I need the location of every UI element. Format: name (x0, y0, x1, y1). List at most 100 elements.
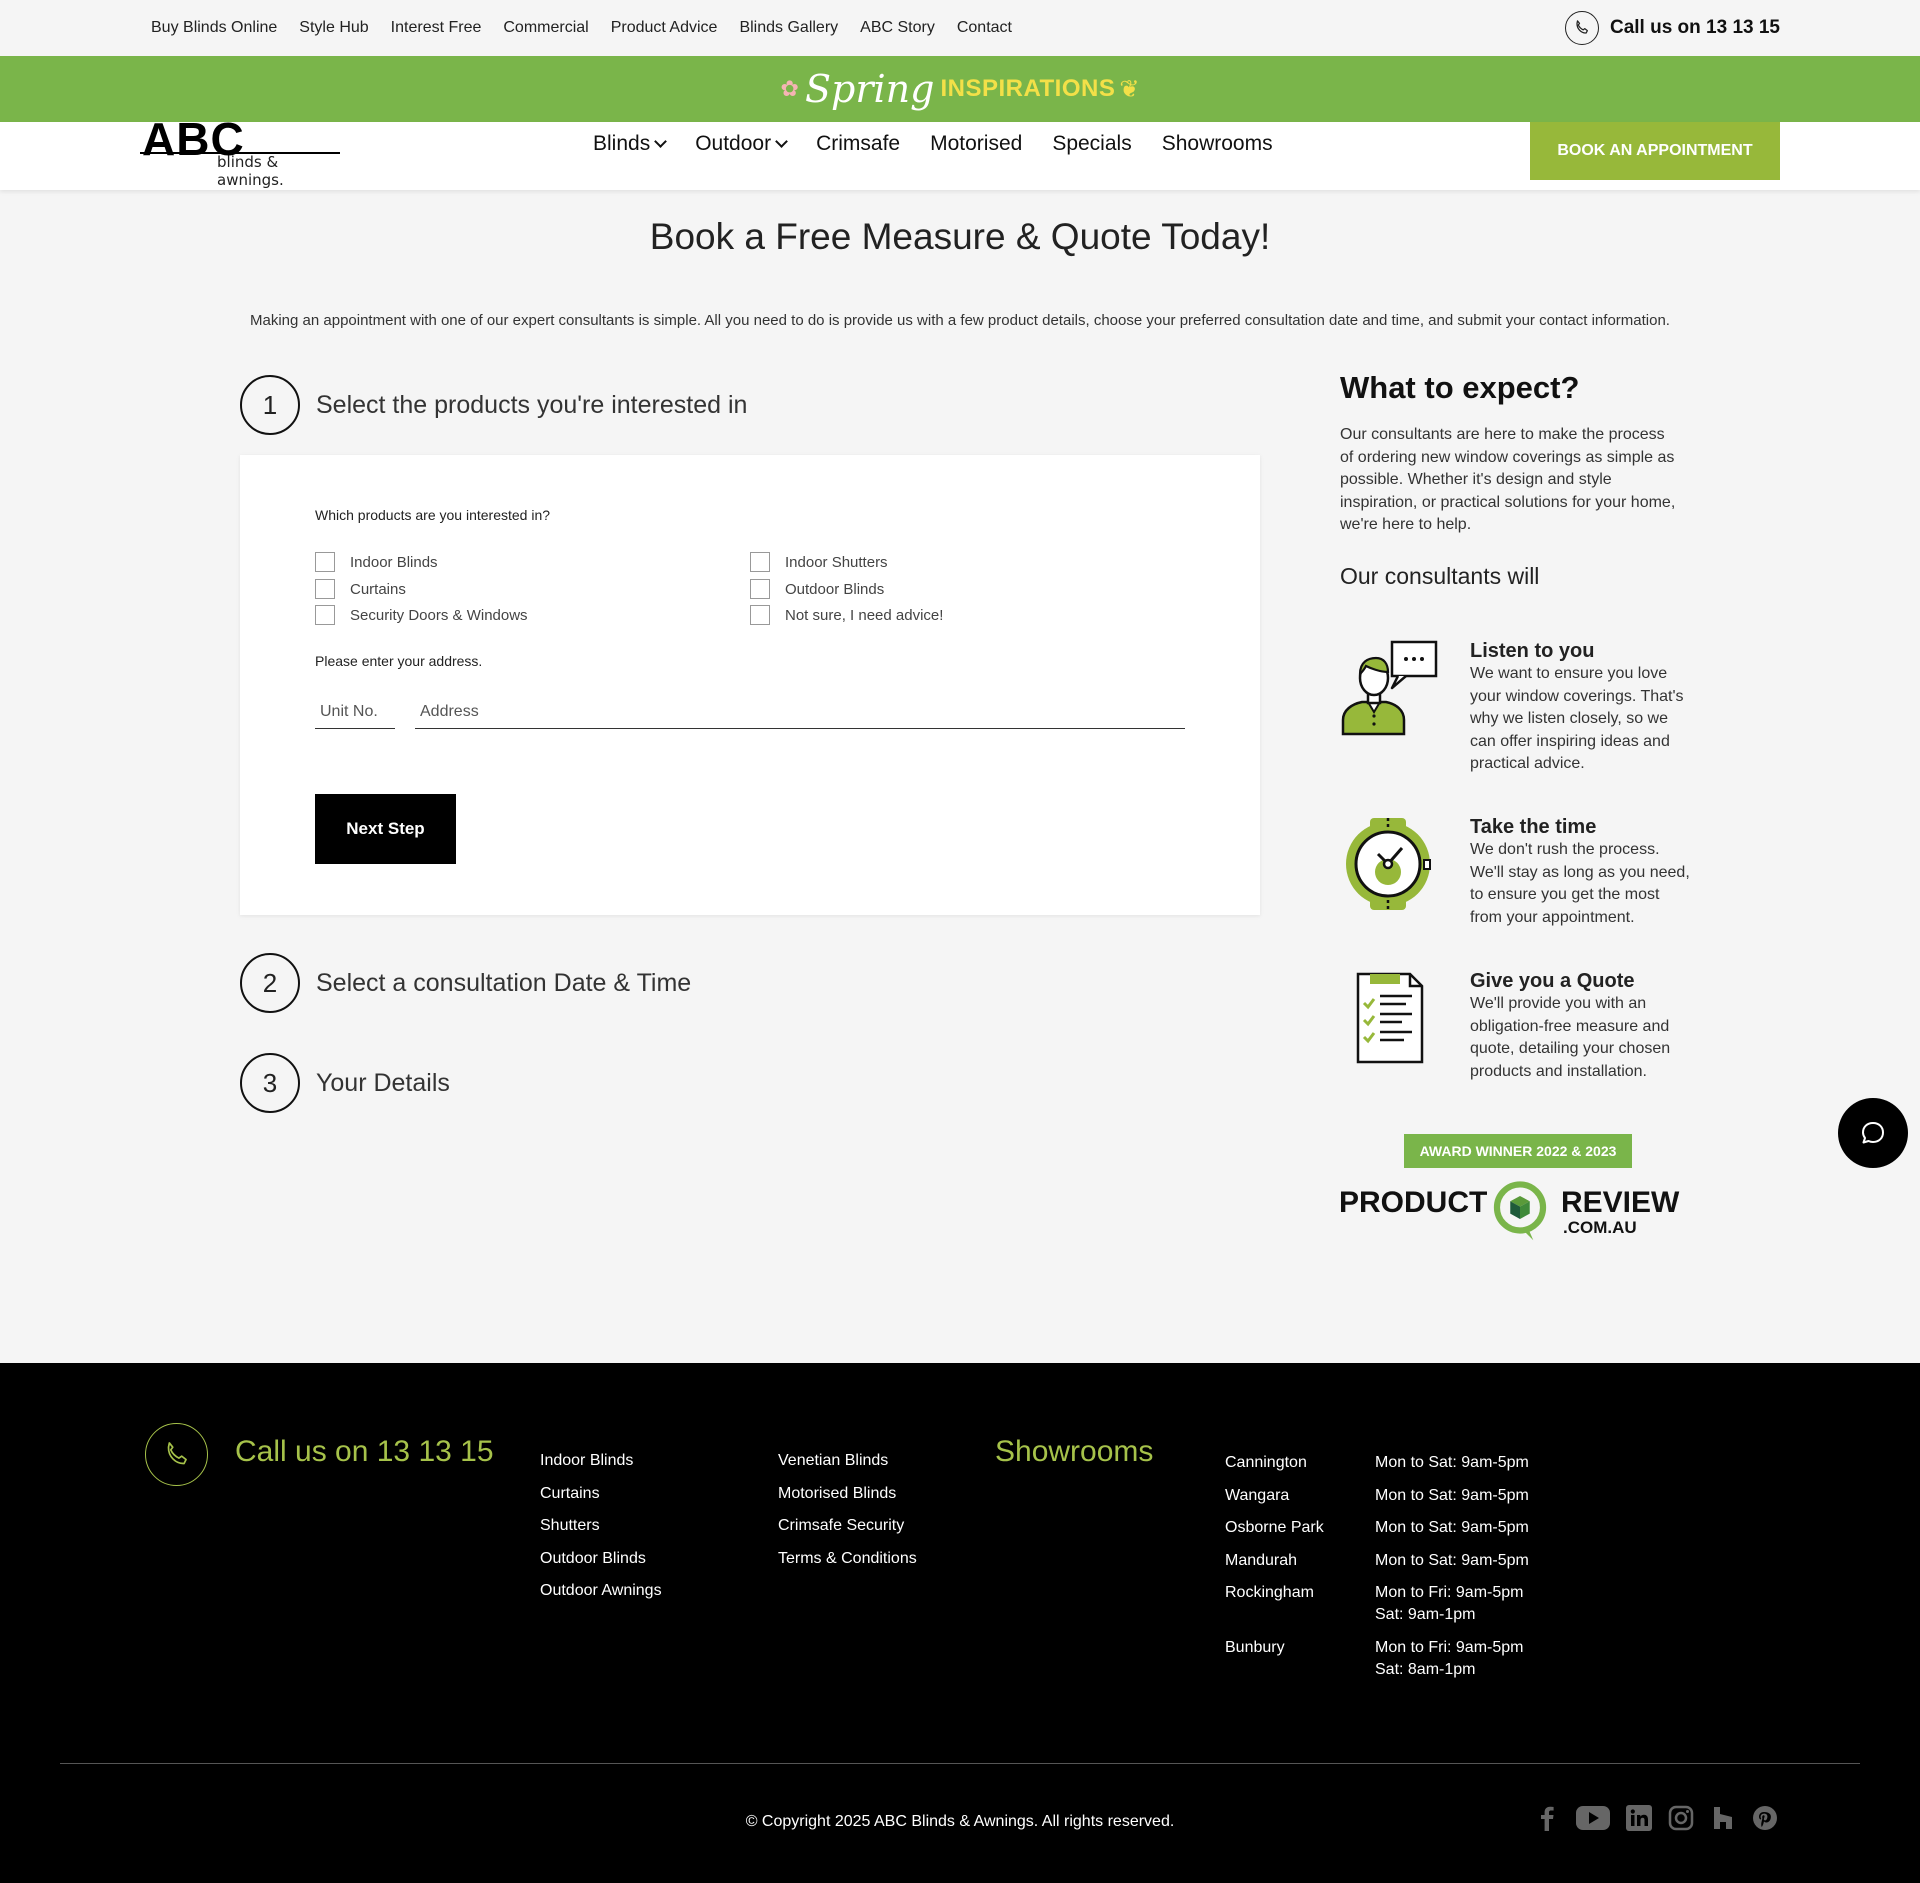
site-footer: Call us on 13 13 15 Indoor Blinds Curtai… (0, 1363, 1920, 1883)
feature-title: Take the time (1470, 816, 1597, 838)
utility-link-blinds-gallery[interactable]: Blinds Gallery (739, 19, 838, 37)
checkbox-box[interactable] (315, 605, 335, 625)
checkbox-box[interactable] (750, 605, 770, 625)
showroom-hours: Mon to Fri: 9am-5pm (1375, 1584, 1524, 1601)
social-links (1534, 1805, 1778, 1831)
footer-link[interactable]: Outdoor Blinds (540, 1543, 662, 1576)
checkbox-label: Security Doors & Windows (350, 606, 528, 624)
footer-link[interactable]: Terms & Conditions (778, 1543, 917, 1576)
showroom-name[interactable]: Bunbury (1225, 1637, 1285, 1659)
step-title: Your Details (316, 1068, 450, 1097)
unit-number-input[interactable]: Unit No. (315, 695, 395, 729)
feature-title: Listen to you (1470, 640, 1595, 662)
utility-link-style-hub[interactable]: Style Hub (299, 19, 368, 37)
showroom-name[interactable]: Osborne Park (1225, 1517, 1324, 1539)
houzz-icon[interactable] (1710, 1805, 1736, 1831)
nav-outdoor-label: Outdoor (695, 132, 772, 155)
step-title: Select the products you're interested in (316, 390, 748, 419)
checkbox-outdoor-blinds[interactable]: Outdoor Blinds (750, 579, 884, 599)
book-appointment-button[interactable]: BOOK AN APPOINTMENT (1530, 122, 1780, 180)
award-badge: AWARD WINNER 2022 & 2023 (1404, 1134, 1632, 1168)
sidebar-title: What to expect? (1340, 370, 1580, 405)
checkbox-label: Outdoor Blinds (785, 580, 885, 598)
intro-text: Making an appointment with one of our ex… (250, 312, 1670, 329)
nav-blinds[interactable]: Blinds (593, 132, 668, 156)
step-1-header[interactable]: 1 Select the products you're interested … (240, 375, 747, 435)
utility-link-contact[interactable]: Contact (957, 19, 1012, 37)
checkbox-not-sure[interactable]: Not sure, I need advice! (750, 605, 943, 625)
step-number: 3 (240, 1053, 300, 1113)
footer-link[interactable]: Indoor Blinds (540, 1445, 662, 1478)
promo-headline: INSPIRATIONS (940, 75, 1116, 102)
utility-link-commercial[interactable]: Commercial (503, 19, 588, 37)
feature-desc: We don't rush the process. We'll stay as… (1470, 841, 1690, 926)
utility-bar: Buy Blinds Online Style Hub Interest Fre… (0, 0, 1920, 56)
step-3-header[interactable]: 3 Your Details (240, 1053, 450, 1113)
feature-text: Take the time We don't rush the process.… (1470, 816, 1690, 929)
checkbox-box[interactable] (750, 552, 770, 572)
showroom-name[interactable]: Mandurah (1225, 1550, 1297, 1572)
address-input[interactable]: Address (415, 695, 1185, 729)
logo-tagline: blinds & awnings. (217, 153, 284, 189)
chat-button[interactable] (1838, 1098, 1908, 1168)
youtube-icon[interactable] (1576, 1805, 1610, 1831)
linkedin-icon[interactable] (1626, 1805, 1652, 1831)
checkbox-indoor-blinds[interactable]: Indoor Blinds (315, 552, 438, 572)
utility-link-interest-free[interactable]: Interest Free (391, 19, 482, 37)
footer-links-col-1: Indoor Blinds Curtains Shutters Outdoor … (540, 1445, 662, 1608)
address-question: Please enter your address. (315, 653, 483, 669)
checkbox-label: Curtains (350, 580, 406, 598)
utility-link-buy-blinds[interactable]: Buy Blinds Online (151, 19, 277, 37)
chevron-down-icon (654, 135, 668, 148)
footer-phone-icon (145, 1423, 208, 1486)
checkbox-indoor-shutters[interactable]: Indoor Shutters (750, 552, 888, 572)
utility-link-abc-story[interactable]: ABC Story (860, 19, 935, 37)
showroom-hours-sat: Sat: 9am-1pm (1375, 1606, 1476, 1623)
footer-call-link[interactable]: Call us on 13 13 15 (235, 1435, 494, 1469)
facebook-icon[interactable] (1534, 1805, 1560, 1831)
footer-link[interactable]: Crimsafe Security (778, 1510, 917, 1543)
nav-specials[interactable]: Specials (1052, 132, 1131, 156)
pr-domain-text: .COM.AU (1563, 1218, 1637, 1237)
checkbox-label: Indoor Shutters (785, 553, 888, 571)
utility-link-product-advice[interactable]: Product Advice (611, 19, 718, 37)
footer-links-col-2: Venetian Blinds Motorised Blinds Crimsaf… (778, 1445, 917, 1575)
call-us-link[interactable]: Call us on 13 13 15 (1564, 10, 1780, 46)
next-step-button[interactable]: Next Step (315, 794, 456, 864)
page-title: Book a Free Measure & Quote Today! (649, 216, 1271, 257)
what-to-expect-panel: What to expect? Our consultants are here… (1339, 370, 1690, 1241)
instagram-icon[interactable] (1668, 1805, 1694, 1831)
promo-banner[interactable]: ✿ Spring INSPIRATIONS ❦ (0, 56, 1920, 122)
main-header: ABC blinds & awnings. Blinds Outdoor Cri… (0, 116, 1920, 190)
main-nav: Blinds Outdoor Crimsafe Motorised Specia… (593, 122, 1273, 166)
step-number: 1 (240, 375, 300, 435)
footer-link[interactable]: Motorised Blinds (778, 1478, 917, 1511)
checkbox-curtains[interactable]: Curtains (315, 579, 406, 599)
call-us-text: Call us on 13 13 15 (1609, 17, 1780, 38)
nav-crimsafe[interactable]: Crimsafe (816, 132, 900, 156)
showroom-hours: Mon to Sat: 9am-5pm (1375, 1519, 1529, 1536)
feature-text: Listen to you We want to ensure you love… (1470, 640, 1690, 776)
checkbox-box[interactable] (315, 552, 335, 572)
footer-link[interactable]: Venetian Blinds (778, 1445, 917, 1478)
checkbox-box[interactable] (315, 579, 335, 599)
footer-link[interactable]: Curtains (540, 1478, 662, 1511)
nav-motorised[interactable]: Motorised (930, 132, 1022, 156)
footer-link[interactable]: Shutters (540, 1510, 662, 1543)
footer-link[interactable]: Outdoor Awnings (540, 1575, 662, 1608)
products-question: Which products are you interested in? (315, 507, 551, 523)
showroom-name[interactable]: Cannington (1225, 1452, 1307, 1474)
pinterest-icon[interactable] (1752, 1805, 1778, 1831)
promo-script-text: Spring (804, 67, 935, 111)
productreview-ring-icon (1493, 1181, 1547, 1241)
productreview-logo[interactable]: PRODUCT REVIEW .COM.AU (1339, 1180, 1684, 1250)
abc-logo[interactable]: ABC blinds & awnings. (140, 116, 340, 189)
nav-showrooms[interactable]: Showrooms (1162, 132, 1273, 156)
step-2-header[interactable]: 2 Select a consultation Date & Time (240, 953, 691, 1013)
chat-bubble-icon (1862, 1122, 1884, 1144)
nav-outdoor[interactable]: Outdoor (695, 132, 788, 156)
showroom-name[interactable]: Wangara (1225, 1485, 1289, 1507)
showroom-name[interactable]: Rockingham (1225, 1582, 1314, 1604)
checkbox-box[interactable] (750, 579, 770, 599)
checkbox-security-doors[interactable]: Security Doors & Windows (315, 605, 528, 625)
